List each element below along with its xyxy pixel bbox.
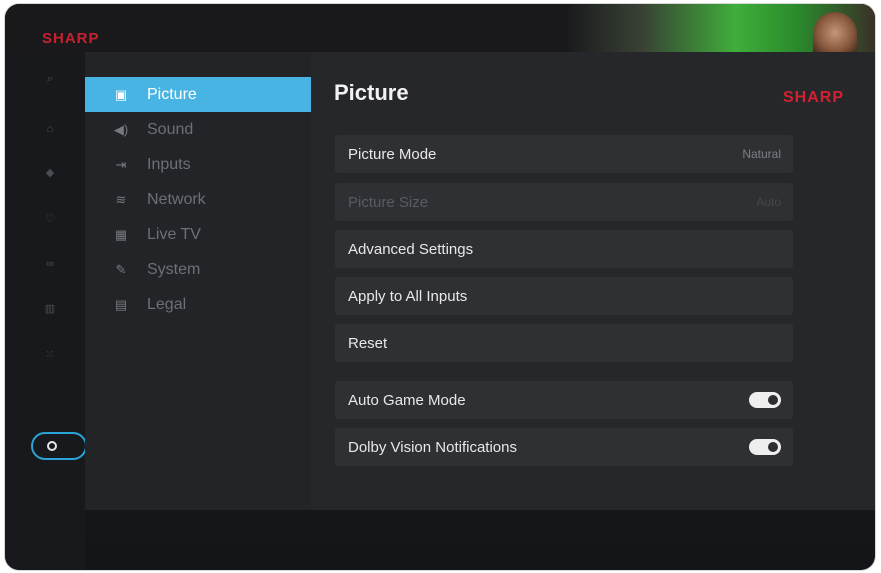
setting-label: Picture Size xyxy=(348,193,429,211)
search-icon[interactable]: ⌕ xyxy=(43,72,57,86)
menu-item-label: System xyxy=(147,260,201,278)
picture-size-row: Picture Size Auto xyxy=(335,183,793,221)
menu-item-label: Picture xyxy=(147,85,197,103)
sharp-logo: SHARP xyxy=(783,89,845,106)
menu-item-sound[interactable]: ◀) Sound xyxy=(85,112,311,147)
advanced-settings-row[interactable]: Advanced Settings xyxy=(335,230,793,268)
menu-item-label: Live TV xyxy=(147,225,201,243)
menu-item-system[interactable]: ✎ System xyxy=(85,252,311,287)
menu-item-inputs[interactable]: ⇥ Inputs xyxy=(85,147,311,182)
page-title: Picture xyxy=(334,80,409,105)
menu-item-live-tv[interactable]: ▦ Live TV xyxy=(85,217,311,252)
reset-row[interactable]: Reset xyxy=(335,324,793,362)
wifi-icon: ≋ xyxy=(115,191,127,207)
picture-mode-row[interactable]: Picture Mode Natural xyxy=(335,135,793,173)
heart-icon[interactable]: ♡ xyxy=(43,212,57,226)
apply-to-all-inputs-row[interactable]: Apply to All Inputs xyxy=(335,277,793,315)
auto-game-mode-row[interactable]: Auto Game Mode xyxy=(335,381,793,419)
store-icon[interactable]: ▥ xyxy=(43,302,57,316)
toggle-knob xyxy=(768,395,778,405)
document-icon: ▤ xyxy=(114,296,128,312)
menu-item-label: Network xyxy=(147,190,206,208)
setting-label: Dolby Vision Notifications xyxy=(348,438,517,456)
link-icon[interactable]: ∞ xyxy=(43,257,57,271)
dolby-vision-notifications-toggle[interactable] xyxy=(749,439,781,455)
apps-grid-icon[interactable]: ⁙ xyxy=(43,348,57,362)
picture-icon: ▣ xyxy=(114,86,128,102)
auto-game-mode-toggle[interactable] xyxy=(749,392,781,408)
tv-screen: SHARP ⌕ ⌂ ◆ ♡ ∞ ▥ ⁙ ⏻ ▣ Picture ◀) Sound… xyxy=(5,4,875,570)
menu-item-legal[interactable]: ▤ Legal xyxy=(85,287,311,322)
speaker-icon: ◀) xyxy=(113,121,129,137)
wrench-icon: ✎ xyxy=(115,261,127,277)
menu-item-label: Legal xyxy=(147,295,187,313)
input-icon: ⇥ xyxy=(115,156,127,172)
setting-label: Picture Mode xyxy=(348,145,437,163)
setting-value: Natural xyxy=(742,147,781,161)
menu-item-picture[interactable]: ▣ Picture xyxy=(85,77,311,112)
settings-rail-item-selected[interactable] xyxy=(31,432,87,460)
setting-label: Apply to All Inputs xyxy=(348,287,468,305)
setting-label: Advanced Settings xyxy=(348,240,474,258)
setting-value: Auto xyxy=(756,195,781,209)
tv-grid-icon: ▦ xyxy=(114,226,128,242)
settings-menu: ▣ Picture ◀) Sound ⇥ Inputs ≋ Network ▦ … xyxy=(85,52,311,510)
tag-icon[interactable]: ◆ xyxy=(43,166,57,180)
dolby-vision-notifications-row[interactable]: Dolby Vision Notifications xyxy=(335,428,793,466)
settings-gear-icon xyxy=(47,441,57,451)
menu-item-label: Inputs xyxy=(147,155,191,173)
home-icon[interactable]: ⌂ xyxy=(43,122,57,136)
menu-item-network[interactable]: ≋ Network xyxy=(85,182,311,217)
toggle-knob xyxy=(768,442,778,452)
top-bar: SHARP xyxy=(5,4,875,64)
menu-item-label: Sound xyxy=(147,120,194,138)
left-nav-rail: ⌕ ⌂ ◆ ♡ ∞ ▥ ⁙ ⏻ xyxy=(5,52,87,570)
settings-panel: ▣ Picture ◀) Sound ⇥ Inputs ≋ Network ▦ … xyxy=(85,52,875,510)
background-sharp-logo: SHARP xyxy=(42,30,100,47)
setting-label: Reset xyxy=(348,334,388,352)
setting-label: Auto Game Mode xyxy=(348,391,466,409)
